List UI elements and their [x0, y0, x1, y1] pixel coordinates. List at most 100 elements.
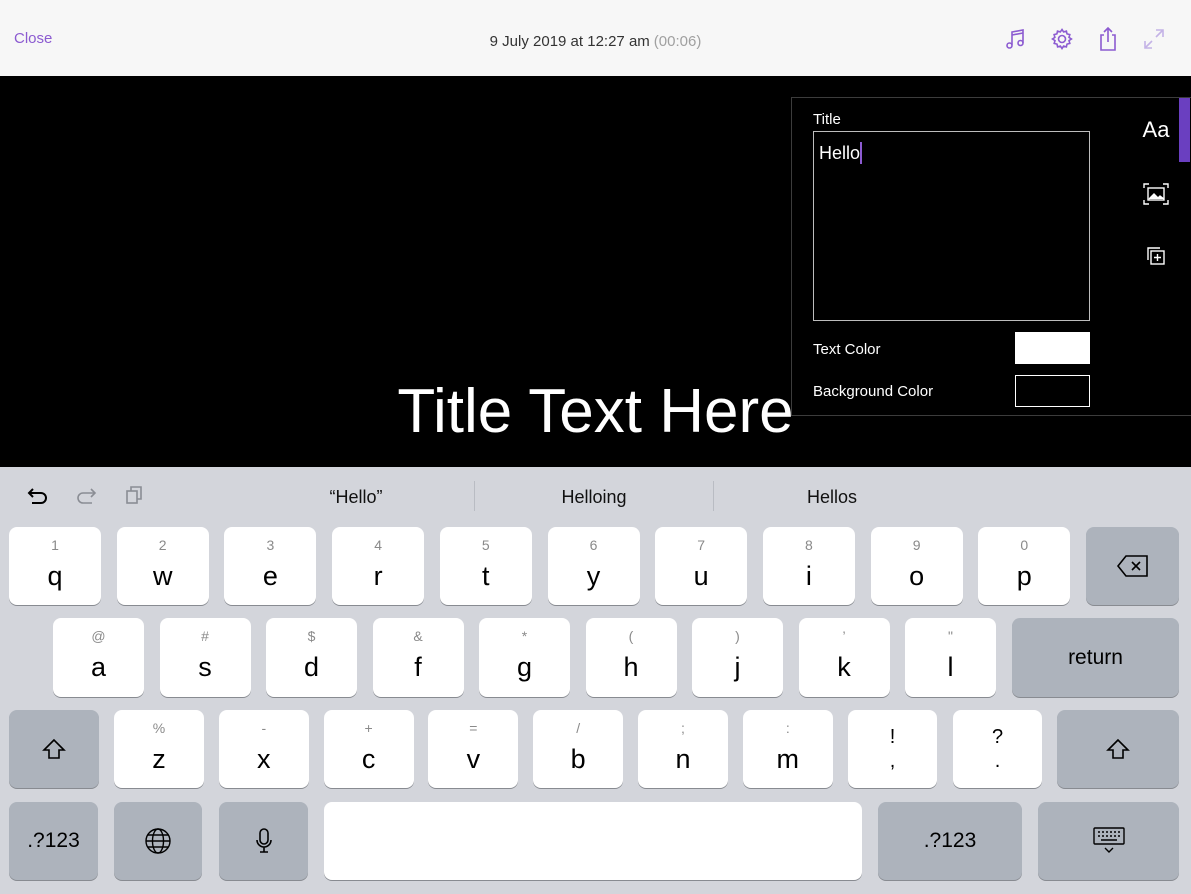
numbers-key-right[interactable]: .?123: [878, 802, 1022, 880]
key-letter: p: [1016, 561, 1032, 591]
key-j[interactable]: ) j: [692, 618, 783, 697]
key-alt-glyph: &: [413, 628, 423, 644]
suggestion-2[interactable]: Helloing: [514, 487, 674, 508]
key-g[interactable]: * g: [479, 618, 570, 697]
music-icon[interactable]: [993, 24, 1039, 54]
key-alt-glyph: ;: [681, 720, 685, 736]
duplicate-add-icon[interactable]: [1132, 236, 1180, 276]
space-key[interactable]: [324, 802, 862, 880]
key-alt-glyph: #: [201, 628, 209, 644]
key-h[interactable]: (h: [585, 618, 677, 697]
key-v[interactable]: = v: [428, 710, 519, 788]
key-s[interactable]: # s: [159, 618, 251, 697]
key-letter: g: [516, 652, 533, 682]
globe-key[interactable]: [114, 802, 202, 880]
dictation-key[interactable]: [219, 802, 308, 880]
key-y[interactable]: 6y: [547, 527, 640, 605]
top-bar: Close 9 July 2019 at 12:27 am (00:06): [0, 0, 1191, 77]
on-screen-keyboard: “Hello” Helloing Hellos 1q2w3e4r5t6y7u8i…: [0, 467, 1191, 894]
shift-right-key[interactable]: [1057, 710, 1179, 788]
key-letter: o: [909, 561, 925, 591]
key-letter: j: [734, 652, 741, 682]
key-alt-glyph: 5: [481, 537, 490, 553]
text-color-swatch[interactable]: [1015, 332, 1090, 364]
key-q[interactable]: 1q: [9, 527, 101, 605]
key-c[interactable]: + c: [323, 710, 414, 788]
key-letter: w: [152, 561, 173, 591]
key-letter: r: [373, 561, 383, 591]
suggestion-bar: “Hello” Helloing Hellos: [0, 467, 1191, 523]
clipboard-icon[interactable]: [120, 483, 148, 507]
key-alt-glyph: :: [785, 720, 790, 736]
key-exclaim-comma[interactable]: ! ,: [848, 710, 937, 788]
key-b[interactable]: / b: [533, 710, 624, 788]
suggestion-3[interactable]: Hellos: [752, 487, 912, 508]
gear-icon[interactable]: [1039, 24, 1085, 54]
background-color-swatch[interactable]: [1015, 375, 1090, 407]
key-f[interactable]: & f: [372, 618, 464, 697]
key-letter: e: [262, 561, 278, 591]
return-label: return: [1068, 645, 1123, 669]
panel-tools: Aa: [1132, 98, 1180, 417]
key-m[interactable]: :m: [742, 710, 833, 788]
key-i[interactable]: 8i: [762, 527, 855, 605]
key-r[interactable]: 4r: [332, 527, 425, 605]
key-z[interactable]: % z: [114, 710, 204, 788]
key-letter: s: [198, 652, 212, 682]
duration: (00:06): [653, 33, 702, 50]
key-e[interactable]: 3e: [224, 527, 317, 605]
numbers-label: .?123: [27, 829, 80, 852]
key-x[interactable]: -x: [218, 710, 309, 788]
dismiss-keyboard-key[interactable]: [1038, 802, 1179, 880]
key-bottom-glyph: ,: [889, 750, 896, 772]
share-icon[interactable]: [1085, 24, 1131, 54]
key-u[interactable]: 7u: [655, 527, 748, 605]
key-t[interactable]: 5t: [439, 527, 532, 605]
font-icon[interactable]: Aa: [1132, 110, 1180, 150]
key-top-glyph: ?: [991, 726, 1004, 748]
key-d[interactable]: $ d: [266, 618, 357, 697]
title-text-field[interactable]: Hello: [813, 131, 1090, 321]
key-alt-glyph: -: [261, 720, 267, 736]
key-letter: a: [90, 652, 107, 682]
key-a[interactable]: @ a: [53, 618, 144, 697]
key-p[interactable]: 0p: [978, 527, 1071, 605]
expand-icon[interactable]: [1131, 24, 1177, 54]
key-k[interactable]: ’ k: [798, 618, 890, 697]
key-letter: q: [47, 561, 63, 591]
key-o[interactable]: 9o: [870, 527, 963, 605]
key-alt-glyph: ): [735, 628, 740, 644]
key-letter: x: [257, 744, 271, 774]
key-letter: b: [570, 744, 586, 774]
key-letter: m: [776, 744, 800, 774]
title-label: Title: [813, 111, 841, 128]
redo-icon[interactable]: [72, 483, 100, 507]
key-alt-glyph: *: [521, 628, 528, 644]
key-letter: n: [675, 744, 691, 774]
key-w[interactable]: 2w: [116, 527, 209, 605]
key-letter: v: [466, 744, 481, 774]
key-letter: f: [414, 652, 422, 682]
key-bottom-glyph: .: [994, 750, 1001, 772]
suggestion-1[interactable]: “Hello”: [276, 487, 436, 508]
image-frame-icon[interactable]: [1132, 174, 1180, 214]
shift-left-key[interactable]: [9, 710, 99, 788]
panel-scroll-indicator[interactable]: [1179, 98, 1190, 162]
key-alt-glyph: 4: [374, 537, 382, 553]
key-l[interactable]: " l: [905, 618, 996, 697]
key-alt-glyph: 9: [912, 537, 921, 553]
timestamp: 9 July 2019 at 12:27 am: [489, 33, 650, 50]
key-alt-glyph: ": [948, 628, 953, 644]
key-letter: z: [152, 744, 166, 774]
title-value: Hello: [819, 143, 861, 163]
key-alt-glyph: (: [628, 628, 634, 644]
undo-icon[interactable]: [24, 483, 52, 507]
delete-key[interactable]: [1086, 527, 1179, 605]
return-key[interactable]: return: [1012, 618, 1179, 697]
key-alt-glyph: 6: [589, 537, 598, 553]
numbers-key-left[interactable]: .?123: [9, 802, 98, 880]
suggestion-divider: [713, 481, 714, 511]
font-label: Aa: [1142, 117, 1170, 142]
key-question-period[interactable]: ? .: [953, 710, 1042, 788]
key-n[interactable]: ; n: [638, 710, 728, 788]
